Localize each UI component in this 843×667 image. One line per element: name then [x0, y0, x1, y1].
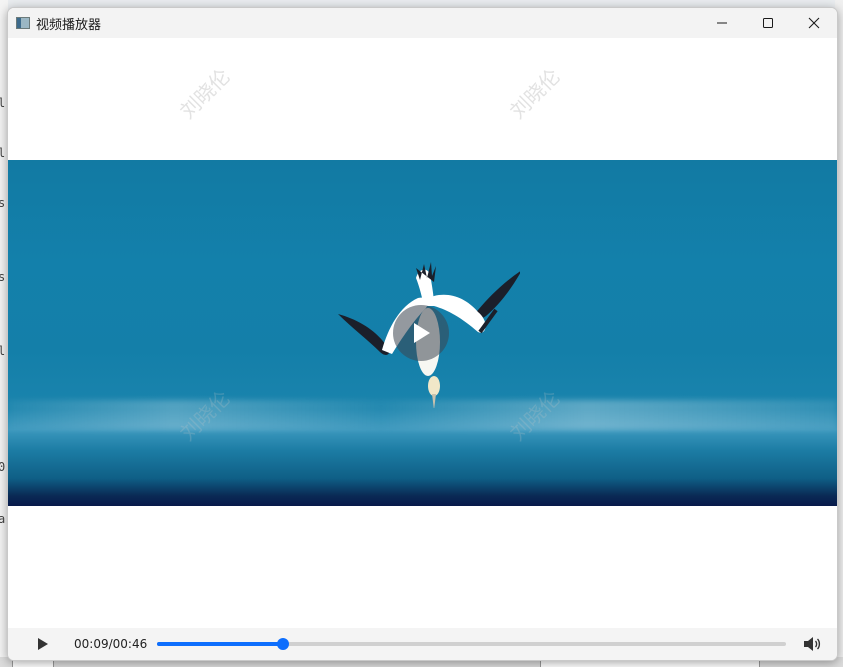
minimize-button[interactable] [699, 8, 745, 38]
video-player-window: 视频播放器 刘晓伦 刘晓伦 刘晓伦 刘晓伦 00:09/00:46 [7, 7, 838, 661]
app-icon [16, 17, 30, 29]
window-title: 视频播放器 [36, 17, 102, 33]
watermark-text: 刘晓伦 [505, 63, 565, 124]
play-icon [414, 323, 430, 343]
center-play-button[interactable] [393, 305, 449, 361]
close-button[interactable] [791, 8, 837, 38]
play-button[interactable] [36, 636, 50, 652]
window-controls [699, 8, 837, 38]
volume-button[interactable] [802, 635, 822, 653]
time-display: 00:09/00:46 [74, 637, 148, 651]
player-control-bar: 00:09/00:46 [8, 628, 837, 660]
maximize-icon [763, 18, 773, 28]
volume-icon [804, 637, 821, 651]
minimize-icon [717, 22, 727, 24]
video-surface[interactable]: 刘晓伦 刘晓伦 [8, 160, 837, 506]
close-icon [808, 17, 820, 29]
player-content: 刘晓伦 刘晓伦 刘晓伦 刘晓伦 [8, 38, 837, 628]
title-bar[interactable]: 视频播放器 [8, 8, 837, 38]
maximize-button[interactable] [745, 8, 791, 38]
seek-thumb[interactable] [277, 638, 290, 650]
seek-fill [157, 642, 284, 646]
watermark-text: 刘晓伦 [175, 63, 235, 124]
play-icon [38, 638, 48, 650]
seek-bar[interactable] [157, 638, 787, 650]
